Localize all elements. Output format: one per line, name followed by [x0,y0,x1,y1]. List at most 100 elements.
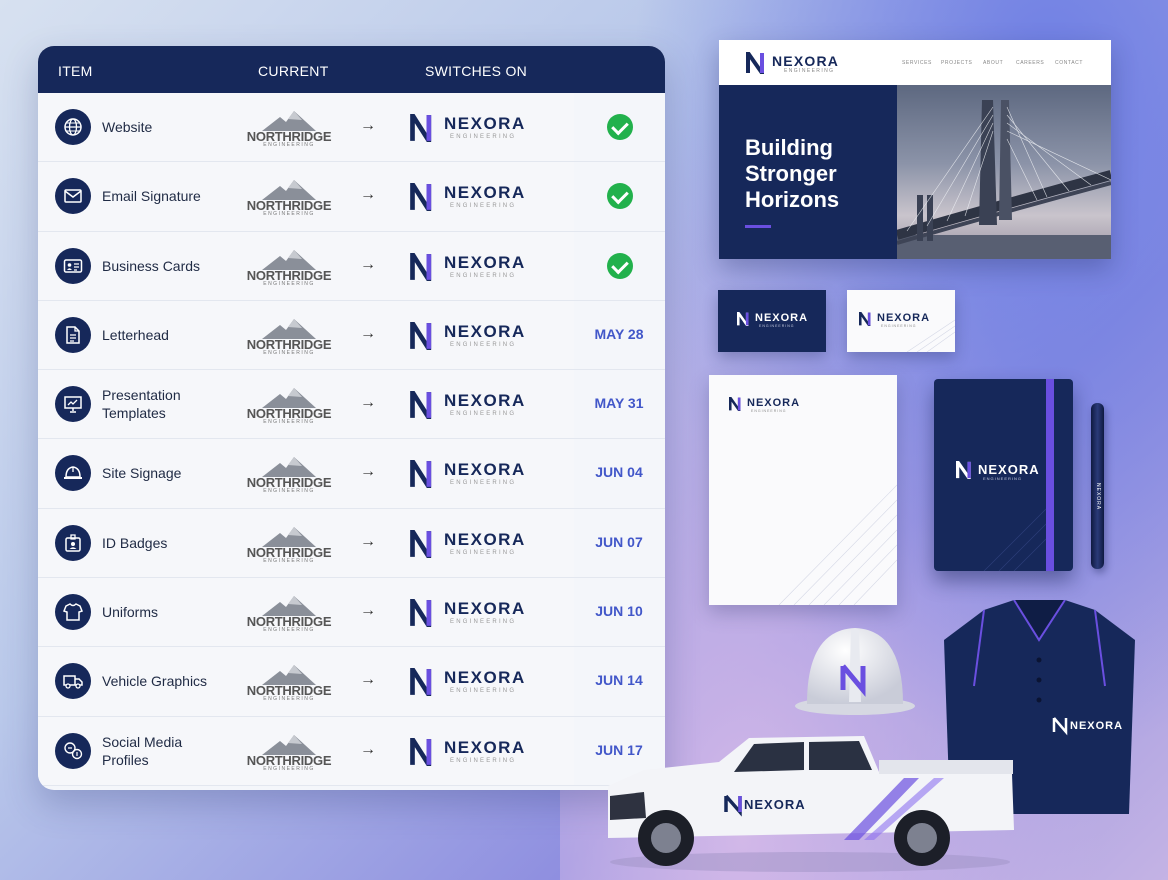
table-row: Social Media Profiles NORTHRIDGE ENGINEERIN… [38,716,665,786]
card-pattern [906,319,955,352]
northridge-sub: ENGINEERING [263,211,315,218]
notebook-mockup: NEXORA ENGINEERING [934,379,1073,571]
mountain-icon [262,249,316,270]
nexora-logo: NEXORA ENGINEERING [410,114,530,144]
nexora-sub: ENGINEERING [450,341,517,348]
nexora-n-icon [410,252,432,281]
arrow-right-icon: → [360,740,376,758]
mountain-icon [262,734,316,755]
check-icon [607,252,633,279]
switch-date: MAY 28 [594,325,644,342]
northridge-sub: ENGINEERING [263,280,315,287]
bridge-illustration [897,100,1111,259]
letterhead-mockup: NEXORA ENGINEERING [709,375,897,605]
switch-date: JUN 10 [595,603,643,620]
card-dark-sub: ENGINEERING [759,324,795,328]
globe-icon [55,109,91,145]
northridge-sub: ENGINEERING [263,627,315,634]
item-label: Letterhead [102,326,169,343]
nexora-sub: ENGINEERING [450,272,517,279]
nexora-sub: ENGINEERING [450,619,517,626]
nexora-logo: NEXORA ENGINEERING [410,321,530,352]
table-row: Uniforms NORTHRIDGE ENGINEERING → NEXORA ENGI… [38,578,665,648]
header-current: CURRENT [258,63,329,79]
nexora-name: NEXORA [444,737,526,757]
hard-hat-mockup [795,628,915,715]
item-label: Email Signature [102,188,201,205]
northridge-logo: NORTHRIDGE ENGINEERING [244,526,334,564]
northridge-logo: NORTHRIDGE ENGINEERING [244,457,334,494]
northridge-logo: NORTHRIDGE ENGINEERING [244,734,334,772]
nexora-n-icon [410,114,432,142]
nav-about[interactable]: ABOUT [983,60,1003,66]
nexora-n-icon [410,460,432,489]
mountain-icon [262,457,316,478]
bridge-photo [897,85,1111,259]
nav-careers[interactable]: CAREERS [1016,60,1044,66]
business-card-dark: NEXORA ENGINEERING [718,290,826,352]
website-mockup: NEXORA ENGINEERING SERVICES PROJECTS ABO… [719,40,1111,259]
hero-accent-bar [745,225,771,228]
mountain-icon [262,111,316,131]
notebook-pattern [983,508,1047,571]
website-headline: Building Stronger Horizons [745,135,840,212]
switch-date: JUN 14 [595,672,643,689]
nexora-name: NEXORA [444,114,526,133]
nav-projects[interactable]: PROJECTS [941,60,972,66]
nexora-logo: NEXORA ENGINEERING [410,460,530,490]
nexora-name: NEXORA [444,529,526,549]
document-icon [55,316,91,353]
arrow-right-icon: → [360,671,376,689]
table-header: ITEM CURRENT SWITCHES ON [38,46,665,93]
arrow-right-icon: → [360,602,376,620]
mountain-icon [262,180,316,201]
northridge-sub: ENGINEERING [263,142,315,148]
item-label: Business Cards [102,257,201,274]
pen-mockup: NEXORA [1091,403,1104,569]
truck-mockup: NEXORA [608,736,1014,872]
nexora-name: NEXORA [444,252,526,272]
item-label: ID Badges [102,534,168,551]
table-row: Letterhead NORTHRIDGE ENGINEERING → NEXORA EN… [38,300,665,371]
arrow-right-icon: → [360,394,376,412]
nexora-sub: ENGINEERING [450,549,517,556]
item-label: Site Signage [102,465,182,482]
nexora-name: NEXORA [444,668,526,688]
northridge-sub: ENGINEERING [263,765,315,772]
nexora-name: NEXORA [444,599,526,619]
nexora-sub: ENGINEERING [450,411,517,418]
switch-date: JUN 04 [595,464,643,481]
nav-services[interactable]: SERVICES [902,60,932,66]
website-logo-text: NEXORA [772,53,840,69]
mountain-icon [262,665,316,686]
truck-text: NEXORA [744,797,806,812]
check-icon [607,114,633,140]
nexora-sub: ENGINEERING [450,480,517,487]
nexora-logo: NEXORA ENGINEERING [410,599,530,629]
table-row: Vehicle Graphics NORTHRIDGE ENGINEERING → NE… [38,647,665,717]
mountain-icon [262,526,316,547]
pen-text: NEXORA [1095,483,1101,511]
nexora-n-icon [410,321,432,350]
nexora-n-icon [410,391,432,420]
item-label: Social Media Profiles [102,733,183,768]
arrow-right-icon: → [360,255,376,273]
northridge-logo: NORTHRIDGE ENGINEERING [244,318,334,356]
website-logo-sub: ENGINEERING [784,68,835,74]
arrow-right-icon: → [360,117,376,134]
social-icon [55,732,91,769]
nexora-logo: NEXORA ENGINEERING [410,391,530,421]
northridge-logo: NORTHRIDGE ENGINEERING [244,596,334,634]
northridge-logo: NORTHRIDGE ENGINEERING [244,388,334,425]
shirt-icon [55,594,91,631]
nexora-n-icon [410,529,432,558]
badge-icon [55,524,91,561]
nexora-n-icon [410,183,432,212]
nexora-logo: NEXORA ENGINEERING [410,668,530,698]
nexora-logo: NEXORA ENGINEERING [410,737,530,768]
table-row: Business Cards NORTHRIDGE ENGINEERING → NEXO… [38,231,665,301]
nexora-n-icon [410,737,432,766]
nav-contact[interactable]: CONTACT [1055,60,1083,66]
header-switches-on: SWITCHES ON [425,63,528,79]
website-nav: NEXORA ENGINEERING SERVICES PROJECTS ABO… [719,40,1111,86]
